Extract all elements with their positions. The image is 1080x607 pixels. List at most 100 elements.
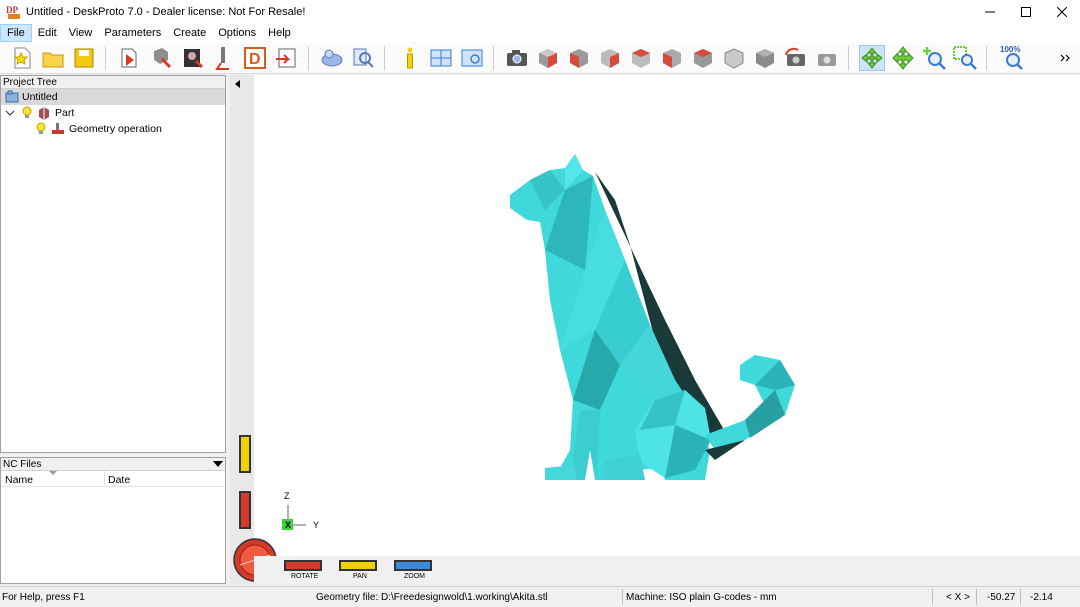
status-coord-y: -2.14 (1030, 592, 1053, 603)
d-letter-icon: D (244, 47, 266, 69)
cube-grey-icon (756, 49, 774, 68)
view-back-button[interactable] (628, 45, 654, 71)
nc-files-header: NC Files (3, 458, 42, 470)
lightbulb-icon[interactable] (35, 122, 47, 136)
view-left-button[interactable] (659, 45, 685, 71)
zoom-dial-label: ZOOM (404, 573, 425, 580)
bitmap-button[interactable] (180, 45, 206, 71)
rotate-dial-label: ROTATE (291, 573, 319, 580)
maximize-button[interactable] (1008, 0, 1044, 24)
menu-options[interactable]: Options (212, 24, 262, 42)
previous-view-button[interactable] (783, 45, 809, 71)
zoom-mode-button[interactable] (921, 45, 947, 71)
info-button[interactable] (397, 45, 423, 71)
view-right-button[interactable] (597, 45, 623, 71)
menu-help[interactable]: Help (262, 24, 297, 42)
view-grey-button[interactable] (752, 45, 778, 71)
axis-triad: Z X Y (280, 489, 330, 533)
view-bottom-button[interactable] (721, 45, 747, 71)
d-operation-button[interactable]: D (242, 45, 268, 71)
status-help-text: For Help, press F1 (2, 592, 85, 603)
cube-top-icon (694, 49, 712, 68)
pan-dial[interactable] (339, 560, 377, 571)
rotate-mode-button[interactable] (859, 45, 885, 71)
pan-mode-button[interactable] (890, 45, 916, 71)
cube-bottom-icon (724, 48, 744, 69)
project-icon (5, 90, 19, 103)
magnifier-icon (353, 48, 374, 68)
camera-redo-icon (818, 54, 836, 66)
menu-view[interactable]: View (63, 24, 99, 42)
column-date[interactable]: Date (108, 474, 130, 486)
single-view-button[interactable] (459, 45, 485, 71)
zoom-100-button[interactable]: 100% (998, 45, 1028, 71)
menu-parameters[interactable]: Parameters (98, 24, 167, 42)
rotate-dial[interactable] (284, 560, 322, 571)
minimize-button[interactable] (972, 0, 1008, 24)
column-name[interactable]: Name (5, 474, 33, 486)
view-front-button[interactable] (566, 45, 592, 71)
operation-icon (52, 123, 64, 134)
part-icon (39, 107, 49, 120)
lightbulb-icon[interactable] (21, 106, 33, 120)
project-tree-header: Project Tree (1, 76, 225, 89)
menu-bar: File Edit View Parameters Create Options… (0, 24, 1080, 42)
nc-files-panel: NC Files Name Date (0, 457, 226, 584)
layout-views-button[interactable] (428, 45, 454, 71)
cube-left-icon (663, 49, 681, 68)
cube-front-icon (570, 49, 588, 68)
menu-file[interactable]: File (0, 24, 32, 42)
close-button[interactable] (1044, 0, 1080, 24)
rotate-dial-vertical[interactable] (239, 491, 251, 529)
new-project-button[interactable] (9, 45, 35, 71)
menu-create[interactable]: Create (167, 24, 212, 42)
view-isometric-button[interactable] (535, 45, 561, 71)
project-tree-panel: Project Tree Untitled Part Geometry oper… (0, 75, 226, 453)
main-toolbar: D 100% (0, 42, 1080, 74)
akita-dog-model[interactable] (505, 150, 825, 485)
svg-text:D: D (249, 51, 261, 68)
simulation-button[interactable] (319, 45, 345, 71)
chevron-down-icon[interactable] (5, 108, 15, 118)
collapse-arrow-icon[interactable] (234, 80, 242, 88)
rotate-arrows-icon (861, 47, 883, 69)
tree-item-part-label: Part (55, 107, 75, 119)
dropdown-arrow-icon[interactable] (213, 460, 223, 468)
3d-viewport[interactable]: ROTATE PAN ZOOM Z X Y (230, 75, 1080, 584)
open-project-button[interactable] (40, 45, 66, 71)
axis-x-label: X (285, 520, 292, 530)
cube-iso-icon (539, 49, 557, 68)
toolbar-overflow-button[interactable] (1058, 45, 1074, 71)
four-panes-icon (430, 49, 452, 67)
status-geometry-file: Geometry file: D:\Freedesignwold\1.worki… (316, 592, 548, 603)
new-file-icon (13, 47, 31, 69)
tool-button[interactable] (211, 45, 237, 71)
tree-item-geometry-operation[interactable]: Geometry operation (1, 121, 162, 137)
pan-dial-vertical[interactable] (239, 435, 251, 473)
pan-arrows-icon (892, 46, 914, 70)
zoom-window-button[interactable] (952, 45, 978, 71)
info-icon (407, 47, 413, 69)
view-top-button[interactable] (690, 45, 716, 71)
next-view-button[interactable] (814, 45, 840, 71)
menu-edit[interactable]: Edit (32, 24, 63, 42)
part-button[interactable] (148, 45, 174, 71)
zoom-dial[interactable] (394, 560, 432, 571)
folder-icon (42, 52, 64, 68)
zoom-window-icon (953, 46, 977, 70)
status-coord-x: -50.27 (987, 592, 1016, 603)
deskproto-logo-icon: DP (6, 4, 22, 20)
single-pane-icon (461, 49, 483, 67)
tree-item-project[interactable]: Untitled (1, 89, 225, 105)
pan-dial-label: PAN (353, 573, 367, 580)
title-bar: DP Untitled - DeskProto 7.0 - Dealer lic… (0, 0, 1080, 24)
cutter-tool-icon (215, 47, 229, 70)
inspect-button[interactable] (350, 45, 376, 71)
tree-item-part[interactable]: Part (1, 105, 74, 121)
camera-view-button[interactable] (504, 45, 530, 71)
camera-icon (507, 50, 527, 66)
save-project-button[interactable] (71, 45, 97, 71)
bitmap-icon (184, 49, 204, 69)
export-button[interactable] (273, 45, 299, 71)
load-geometry-button[interactable] (117, 45, 143, 71)
